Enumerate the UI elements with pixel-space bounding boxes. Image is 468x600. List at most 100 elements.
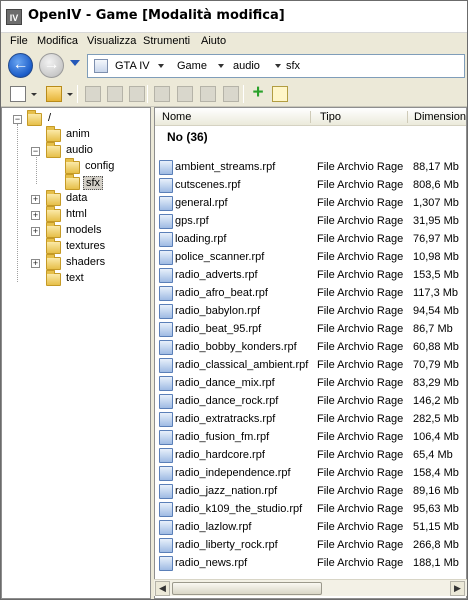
folder-open-icon	[65, 174, 80, 190]
chevron-down-icon[interactable]	[31, 93, 37, 96]
crumb-sfx[interactable]: sfx	[286, 60, 300, 72]
archive-file-icon	[159, 556, 173, 571]
chevron-down-icon[interactable]	[275, 64, 281, 68]
table-row[interactable]: radio_fusion_fm.rpf File Archvio Rage 106,…	[155, 429, 466, 447]
expand-icon[interactable]: +	[31, 259, 40, 268]
folder-icon	[46, 254, 61, 270]
back-arrow-icon[interactable]: ←	[8, 53, 33, 78]
table-row[interactable]: radio_babylon.rpf File Archvio Rage 94,54 …	[155, 303, 466, 321]
preview-icon[interactable]	[107, 86, 123, 102]
edit-icon[interactable]	[85, 86, 101, 102]
column-divider[interactable]	[310, 111, 311, 123]
tree-item-data[interactable]: + data	[2, 190, 150, 208]
expand-icon[interactable]: +	[31, 227, 40, 236]
table-row[interactable]: radio_classical_ambient.rpf File Archvio …	[155, 357, 466, 375]
tree-item-models[interactable]: + models	[2, 222, 150, 240]
file-type: File Archvio Rage	[317, 467, 404, 479]
add-icon[interactable]: +	[250, 83, 266, 102]
tree-item-anim[interactable]: anim	[2, 126, 150, 144]
table-row[interactable]: radio_dance_rock.rpf File Archvio Rage 146…	[155, 393, 466, 411]
menu-strumenti[interactable]: Strumenti	[143, 35, 190, 47]
scroll-right-icon[interactable]: ▶	[450, 581, 465, 596]
collapse-icon[interactable]: −	[13, 115, 22, 124]
save-icon[interactable]	[154, 86, 170, 102]
horizontal-scrollbar[interactable]: ◀ ▶	[154, 579, 467, 596]
menu-visualizza[interactable]: Visualizza	[87, 35, 136, 47]
crumb-audio[interactable]: audio	[233, 60, 260, 72]
crumb-game[interactable]: Game	[177, 60, 207, 72]
table-row[interactable]: radio_extratracks.rpf File Archvio Rage 28…	[155, 411, 466, 429]
properties-icon[interactable]	[129, 86, 145, 102]
menu-bar: File Modifica Visualizza Strumenti Aiuto	[1, 33, 467, 51]
table-row[interactable]: cutscenes.rpf File Archvio Rage 808,6 Mb	[155, 177, 466, 195]
table-row[interactable]: radio_k109_the_studio.rpf File Archvio Ra…	[155, 501, 466, 519]
table-row[interactable]: radio_news.rpf File Archvio Rage 188,1 Mb	[155, 555, 466, 573]
file-type: File Archvio Rage	[317, 233, 404, 245]
table-row[interactable]: radio_bobby_konders.rpf File Archvio Rage…	[155, 339, 466, 357]
replace-icon[interactable]	[200, 86, 216, 102]
menu-file[interactable]: File	[10, 35, 28, 47]
export-icon[interactable]	[177, 86, 193, 102]
toolbar-separator	[147, 85, 148, 103]
tree-item-textures[interactable]: textures	[2, 238, 150, 256]
file-size: 188,1 Mb	[413, 557, 459, 569]
file-type: File Archvio Rage	[317, 539, 404, 551]
new-folder-icon[interactable]	[272, 86, 288, 102]
crumb-gta-iv[interactable]: GTA IV	[115, 60, 150, 72]
table-row[interactable]: general.rpf File Archvio Rage 1,307 Mb	[155, 195, 466, 213]
table-row[interactable]: loading.rpf File Archvio Rage 76,97 Mb	[155, 231, 466, 249]
table-row[interactable]: radio_lazlow.rpf File Archvio Rage 51,15 M…	[155, 519, 466, 537]
forward-arrow-icon[interactable]: →	[39, 53, 64, 78]
chevron-down-icon[interactable]	[158, 64, 164, 68]
folder-tree: − / anim − audio config sfx + data + htm…	[1, 107, 151, 599]
table-row[interactable]: radio_adverts.rpf File Archvio Rage 153,5 …	[155, 267, 466, 285]
file-size: 51,15 Mb	[413, 521, 459, 533]
column-header-size[interactable]: Dimensione	[414, 111, 466, 123]
tree-item-config[interactable]: config	[2, 158, 150, 176]
column-header-name[interactable]: Nome	[162, 111, 191, 123]
archive-file-icon	[159, 196, 173, 211]
scroll-thumb[interactable]	[172, 582, 322, 595]
table-row[interactable]: radio_independence.rpf File Archvio Rage 1…	[155, 465, 466, 483]
table-row[interactable]: police_scanner.rpf File Archvio Rage 10,98…	[155, 249, 466, 267]
list-header: Nome Tipo Dimensione	[155, 108, 466, 126]
chevron-down-icon[interactable]	[218, 64, 224, 68]
menu-aiuto[interactable]: Aiuto	[201, 35, 226, 47]
file-size: 282,5 Mb	[413, 413, 459, 425]
table-row[interactable]: ambient_streams.rpf File Archvio Rage 88,1…	[155, 159, 466, 177]
file-size: 89,16 Mb	[413, 485, 459, 497]
expand-icon[interactable]: +	[31, 211, 40, 220]
tree-item-text[interactable]: text	[2, 270, 150, 288]
tree-item-shaders[interactable]: + shaders	[2, 254, 150, 272]
table-row[interactable]: radio_jazz_nation.rpf File Archvio Rage 89…	[155, 483, 466, 501]
collapse-icon[interactable]: −	[31, 147, 40, 156]
table-row[interactable]: radio_beat_95.rpf File Archvio Rage 86,7 M…	[155, 321, 466, 339]
table-row[interactable]: radio_hardcore.rpf File Archvio Rage 65,4 …	[155, 447, 466, 465]
copy-icon[interactable]	[223, 86, 239, 102]
folder-icon	[46, 270, 61, 286]
file-size: 65,4 Mb	[413, 449, 453, 461]
file-type: File Archvio Rage	[317, 161, 404, 173]
file-type: File Archvio Rage	[317, 431, 404, 443]
table-row[interactable]: radio_liberty_rock.rpf File Archvio Rage 2…	[155, 537, 466, 555]
tree-item-sfx[interactable]: sfx	[2, 174, 150, 192]
new-file-icon[interactable]	[10, 86, 26, 102]
folder-icon	[65, 158, 80, 174]
expand-icon[interactable]: +	[31, 195, 40, 204]
scroll-left-icon[interactable]: ◀	[155, 581, 170, 596]
table-row[interactable]: radio_afro_beat.rpf File Archvio Rage 117,…	[155, 285, 466, 303]
tree-item-root[interactable]: − /	[2, 110, 150, 128]
chevron-down-icon[interactable]	[67, 93, 73, 96]
table-row[interactable]: radio_dance_mix.rpf File Archvio Rage 83,2…	[155, 375, 466, 393]
open-folder-icon[interactable]	[46, 86, 62, 102]
file-size: 158,4 Mb	[413, 467, 459, 479]
breadcrumb[interactable]: GTA IV Game audio sfx	[87, 54, 465, 78]
tree-item-html[interactable]: + html	[2, 206, 150, 224]
menu-modifica[interactable]: Modifica	[37, 35, 78, 47]
column-header-type[interactable]: Tipo	[320, 111, 341, 123]
table-row[interactable]: gps.rpf File Archvio Rage 31,95 Mb	[155, 213, 466, 231]
tree-item-audio[interactable]: − audio	[2, 142, 150, 160]
title-bar: IV OpenIV - Game [Modalità modifica]	[1, 1, 467, 33]
history-dropdown-icon[interactable]	[70, 60, 80, 66]
column-divider[interactable]	[407, 111, 408, 123]
